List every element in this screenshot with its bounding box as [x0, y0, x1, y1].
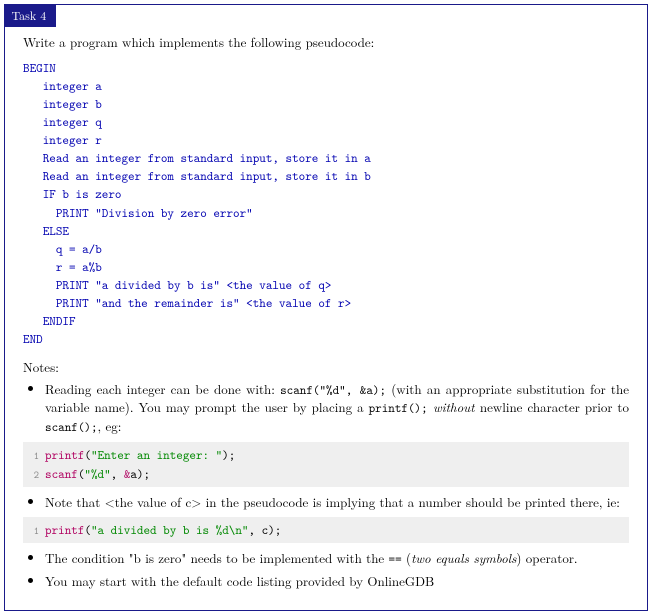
- code-line: q = a/b: [23, 240, 102, 257]
- note-text: newline character prior to: [480, 397, 629, 416]
- note-text: ) operator.: [516, 548, 577, 567]
- code-line: PRINT "and the remainder is" <the value …: [23, 294, 351, 311]
- code-line: Read an integer from standard input, sto…: [23, 167, 371, 184]
- code-line: PRINT "Division by zero error": [23, 204, 253, 221]
- code-line: ELSE: [23, 222, 69, 239]
- code-line: IF b is zero: [23, 185, 121, 202]
- note-text: The condition "b is zero" needs to be im…: [45, 548, 389, 567]
- code-punct: );: [222, 446, 235, 463]
- code-line: integer b: [23, 95, 102, 112]
- code-string: "a divided by b is %d\n": [91, 521, 249, 538]
- code-punct: );: [268, 521, 281, 538]
- code-line: integer q: [23, 113, 102, 130]
- code-string: "%d": [84, 465, 110, 482]
- code-line: Read an integer from standard input, sto…: [23, 149, 371, 166]
- code-line: END: [23, 330, 43, 347]
- code-string: "Enter an integer: ": [91, 446, 222, 463]
- note-text: Reading each integer can be done with:: [45, 379, 280, 398]
- code-punct: );: [137, 465, 150, 482]
- code-fn: printf: [45, 521, 84, 538]
- note-item-3: The condition "b is zero" needs to be im…: [45, 549, 629, 568]
- pseudocode-block: BEGIN integer a integer b integer q inte…: [23, 59, 629, 349]
- note-text: , eg:: [98, 416, 122, 435]
- notes-list: Reading each integer can be done with: s…: [45, 380, 629, 437]
- code-line: integer r: [23, 131, 102, 148]
- notes-list-2: Note that <the value of c> in the pseudo…: [45, 493, 629, 511]
- code-snippet-2: 1 printf("a divided by b is %d\n", c);: [23, 517, 629, 544]
- task-box: Task 4 Write a program which implements …: [4, 4, 648, 611]
- line-number: 2: [29, 469, 39, 484]
- code-var: a: [130, 465, 137, 482]
- code-snippet-1: 1printf("Enter an integer: "); 2scanf("%…: [23, 442, 629, 487]
- code-fn: printf: [45, 446, 84, 463]
- note-italic: two equals symbols: [411, 548, 516, 567]
- code-line: BEGIN: [23, 59, 56, 76]
- notes-list-3: The condition "b is zero" needs to be im…: [45, 549, 629, 589]
- code-line: r = a%b: [23, 258, 102, 275]
- inline-code: printf();: [369, 399, 428, 416]
- inline-code: scanf();: [45, 418, 98, 435]
- code-line: PRINT "a divided by b is" <the value of …: [23, 276, 331, 293]
- code-punct: ,: [111, 465, 124, 482]
- code-fn: scanf: [45, 465, 78, 482]
- note-item-4: You may start with the default code list…: [45, 572, 629, 590]
- note-text: (: [402, 548, 411, 567]
- page: Task 4 Write a program which implements …: [0, 4, 652, 611]
- note-item-2: Note that <the value of c> in the pseudo…: [45, 493, 629, 511]
- inline-code: scanf("%d", &a);: [280, 381, 386, 398]
- line-number: 1: [29, 525, 39, 540]
- inline-code: ==: [389, 550, 402, 567]
- code-line: ENDIF: [23, 312, 76, 329]
- note-italic: without: [428, 397, 480, 416]
- task-intro: Write a program which implements the fol…: [23, 33, 629, 51]
- line-number: 1: [29, 450, 39, 465]
- code-punct: , c: [248, 521, 268, 538]
- code-line: integer a: [23, 77, 102, 94]
- note-item-1: Reading each integer can be done with: s…: [45, 380, 629, 437]
- code-punct: (: [84, 521, 91, 538]
- notes-header: Notes:: [23, 357, 629, 376]
- note-text: Note that <the value of c> in the pseudo…: [45, 492, 620, 511]
- code-punct: (: [84, 446, 91, 463]
- note-text: You may start with the default code list…: [45, 571, 434, 590]
- task-label: Task 4: [4, 4, 57, 27]
